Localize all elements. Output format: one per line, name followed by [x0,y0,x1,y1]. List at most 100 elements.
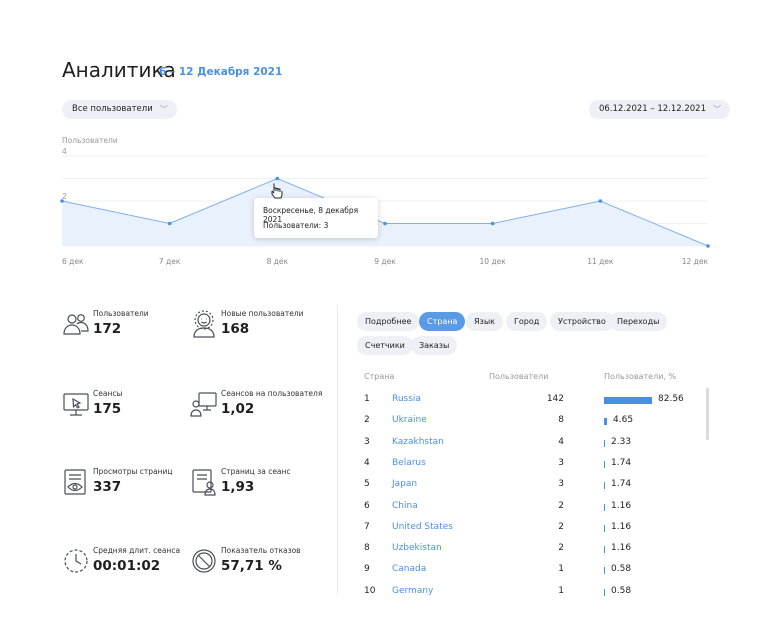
y-axis-label: Пользователи [62,136,118,145]
metric-value: 1,93 [221,479,255,495]
date-range-dropdown[interactable]: 06.12.2021 – 12.12.2021 ﹀ [589,100,730,119]
country-link[interactable]: Uzbekistan [392,543,442,553]
users-icon [63,314,89,335]
share-bar [604,418,607,426]
tooltip-value: Пользователи: 3 [263,221,329,230]
data-point [490,221,495,226]
users-count: 2 [558,500,564,511]
metric-label: Средняя длит. сеанса [93,546,181,555]
table-scrollbar[interactable] [706,388,709,440]
tab-6[interactable]: Счетчики [357,336,413,355]
share-bar [604,397,652,404]
table-row[interactable]: 2 Ukraine 8 4.65 [362,411,702,432]
share-bar [604,546,605,554]
table-row[interactable]: 4 Belarus 3 1.74 [362,454,702,475]
x-tick-label: 10 дек [480,257,507,266]
hand-cursor-icon [271,183,283,199]
tab-5[interactable]: Переходы [609,312,668,331]
table-row[interactable]: 1 Russia 142 82.56 [362,390,702,411]
row-number: 7 [364,521,370,532]
users-count: 142 [546,394,564,404]
share-percent: 0.58 [611,564,632,575]
series-area [62,178,708,246]
share-bar [604,482,605,490]
share-percent: 2.33 [611,436,632,447]
date-range-label: 06.12.2021 – 12.12.2021 [599,104,706,114]
share-percent: 1.74 [611,479,632,490]
x-tick-label: 8 дек [267,257,289,266]
share-bar [604,460,605,468]
data-point [706,244,710,248]
tab-0[interactable]: Подробнее [357,312,420,331]
page-views-icon [64,469,86,495]
users-filter-dropdown[interactable]: Все пользователи ﹀ [62,100,177,119]
metric-label: Показатель отказов [221,546,301,555]
share-bar [604,439,605,447]
row-number: 3 [364,436,370,447]
country-link[interactable]: China [392,501,418,511]
metric-label: Сеансов на пользователя [221,389,323,398]
share-bar [604,588,605,596]
x-tick-label: 11 дек [587,257,614,266]
table-row[interactable]: 6 China 2 1.16 [362,497,702,518]
table-row[interactable]: 3 Kazakhstan 4 2.33 [362,433,702,454]
tab-2[interactable]: Язык [466,312,503,331]
share-percent: 82.56 [658,394,684,404]
bounce-icon [192,549,216,573]
chart-tooltip: Воскресенье, 8 декабря 2021 Пользователи… [254,198,378,238]
x-tick-label: 7 дек [159,257,181,266]
share-percent: 0.58 [611,585,632,596]
users-count: 2 [558,521,564,532]
row-number: 8 [364,543,370,554]
data-point [598,199,603,203]
row-number: 4 [364,457,370,468]
metric-value: 168 [221,321,250,337]
tab-7[interactable]: Заказы [411,336,458,355]
data-point [167,221,172,226]
users-count: 2 [558,543,564,554]
share-bar [604,503,605,511]
country-link[interactable]: Belarus [392,458,426,468]
metric-label: Новые пользователи [221,309,304,318]
row-number: 6 [364,500,370,511]
table-row[interactable]: 7 United States 2 1.16 [362,518,702,539]
y-tick-label: 4 [62,147,67,156]
country-link[interactable]: Ukraine [392,415,427,425]
row-number: 9 [364,564,370,575]
country-link[interactable]: Kazakhstan [392,437,444,447]
metric-value: 337 [93,479,122,495]
tab-3[interactable]: Город [506,312,548,331]
sessions-per-user-icon [190,392,217,417]
session-icon [63,393,89,416]
users-count: 4 [558,436,564,447]
share-percent: 1.16 [611,500,632,511]
metric-label: Пользователи [93,309,149,318]
share-percent: 1.16 [611,543,632,554]
metric-value: 57,71 % [221,558,282,574]
share-percent: 4.65 [613,415,634,426]
users-count: 3 [558,457,564,468]
country-link[interactable]: United States [392,522,453,532]
table-row[interactable]: 5 Japan 3 1.74 [362,475,702,496]
share-percent: 1.16 [611,521,632,532]
x-tick-label: 6 дек [62,257,84,266]
share-bar [604,567,605,575]
row-number: 2 [364,415,370,426]
panel-divider [337,305,338,595]
col-header-country: Страна [364,372,395,381]
metric-label: Страниц за сеанс [221,467,291,476]
country-link[interactable]: Canada [392,564,426,574]
users-area-chart[interactable]: 6 дек 7 дек 8 дек 9 дек 10 дек 11 дек 12 дек П… [50,128,720,278]
metric-label: Сеансы [93,389,123,398]
country-link[interactable]: Germany [392,586,433,596]
country-link[interactable]: Russia [392,394,421,404]
country-link[interactable]: Japan [392,479,417,489]
tab-1[interactable]: Страна [419,312,466,331]
tab-4[interactable]: Устройство [550,312,614,331]
users-filter-label: Все пользователи [72,104,153,114]
chevron-down-icon: ﹀ [159,105,168,114]
table-row[interactable]: 9 Canada 1 0.58 [362,560,702,581]
col-header-users: Пользователи [489,372,549,381]
table-row[interactable]: 10 Germany 1 0.58 [362,582,702,603]
table-row[interactable]: 8 Uzbekistan 2 1.16 [362,539,702,560]
